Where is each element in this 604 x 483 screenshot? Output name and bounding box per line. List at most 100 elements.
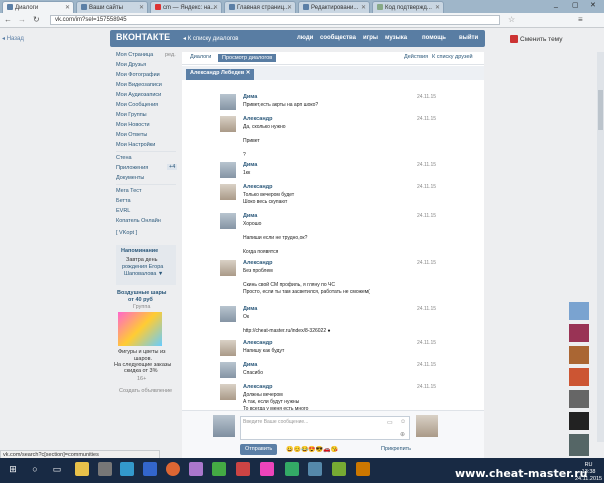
avatar[interactable] [416,415,438,437]
maximize-icon[interactable]: ▢ [572,1,579,11]
forward-arrow-icon[interactable]: → [18,15,26,24]
message-author[interactable]: Александр [243,116,273,122]
close-window-icon[interactable]: ✕ [590,1,596,11]
theme-icon[interactable] [510,35,518,43]
search-icon[interactable]: ○ [28,462,42,476]
attach-button[interactable]: Прикрепить [381,446,411,452]
sidebar-item-digger[interactable]: Копатель Онлайн [116,218,161,224]
friend-avatar[interactable] [569,390,589,408]
avatar[interactable] [220,306,236,322]
sidebar-item-videos[interactable]: Мои Видеозаписи [116,82,162,88]
app-icon[interactable] [308,462,322,476]
app-icon[interactable] [189,462,203,476]
friend-avatar[interactable] [569,302,589,320]
reload-icon[interactable]: ↻ [33,15,40,24]
nav-communities[interactable]: сообщества [320,35,356,41]
store-icon[interactable] [143,462,157,476]
message-author[interactable]: Дима [243,94,257,100]
sidebar-item-docs[interactable]: Документы [116,175,144,181]
reminder-person-last[interactable]: Шаповалова ▼ [124,271,163,277]
ad-price[interactable]: от 40 руб [128,297,153,303]
avatar[interactable] [220,184,236,200]
reminder-person[interactable]: рождения Егора [122,264,163,270]
url-input[interactable]: vk.com/im?sel=157558945 [50,15,500,25]
nav-logout[interactable]: выйти [459,35,478,41]
recipient-chip[interactable]: Александр Лебедев ✕ [186,69,255,80]
app-icon[interactable] [332,462,346,476]
emoji-bar[interactable]: 😀😊😂😍😎🚗😘 [286,446,338,453]
sidebar-item-friends[interactable]: Мои Друзья [116,62,146,68]
sidebar-item-photos[interactable]: Мои Фотографии [116,72,160,78]
sidebar-item-messages[interactable]: Мои Сообщения [116,102,158,108]
send-button[interactable]: Отправить [240,444,278,455]
browser-tab-edit[interactable]: Редактировани... ✕ [298,1,370,13]
avatar[interactable] [220,340,236,356]
firefox-icon[interactable] [166,462,180,476]
friend-avatar[interactable] [569,368,589,386]
friend-avatar[interactable] [569,434,589,456]
sidebar-item-answers[interactable]: Мои Ответы [116,132,147,138]
close-icon[interactable]: ✕ [435,4,440,11]
avatar[interactable] [220,162,236,178]
ad-image[interactable] [118,312,162,346]
browser-tab-dialogs[interactable]: Диалоги ✕ [2,1,74,13]
avatar[interactable] [220,384,236,400]
browser-tab-code[interactable]: Код подтвержд... ✕ [372,1,444,13]
back-to-dialogs-link[interactable]: ◂ К списку диалогов [183,35,239,42]
scrollbar-thumb[interactable] [598,90,603,130]
nav-help[interactable]: помощь [422,35,446,41]
message-author[interactable]: Дима [243,213,257,219]
calc-icon[interactable] [98,462,112,476]
message-author[interactable]: Дима [243,306,257,312]
message-author[interactable]: Александр [243,184,273,190]
message-author[interactable]: Дима [243,362,257,368]
sidebar-item-audio[interactable]: Мои Аудиозаписи [116,92,161,98]
sidebar-item-groups[interactable]: Мои Группы [116,112,147,118]
sidebar-item-my-page[interactable]: Моя Страница [116,52,153,58]
nav-people[interactable]: люди [297,35,313,41]
taskview-icon[interactable]: ▭ [50,462,64,476]
message-author[interactable]: Александр [243,384,273,390]
menu-icon[interactable]: ≡ [578,15,583,24]
message-author[interactable]: Александр [243,340,273,346]
browser-tab-yandex[interactable]: cm — Яндекс: на... ✕ [150,1,222,13]
tab-view-dialogs[interactable]: Просмотр диалогов [218,54,277,62]
sidebar-item-settings[interactable]: Мои Настройки [116,142,155,148]
avatar[interactable] [220,362,236,378]
attach-icon[interactable]: ⊕ [400,431,405,438]
vkopt-link[interactable]: [ VKopt ] [116,230,137,236]
close-icon[interactable]: ✕ [139,4,144,11]
explorer-icon[interactable] [75,462,89,476]
close-icon[interactable]: ✕ [213,4,218,11]
message-author[interactable]: Дима [243,162,257,168]
camera-icon[interactable]: ▭ [387,419,393,426]
close-icon[interactable]: ✕ [246,70,251,76]
avatar[interactable] [220,260,236,276]
edit-menu-link[interactable]: ред. [165,52,176,58]
vk-logo[interactable]: ВКОНТАКТЕ [116,32,170,42]
actions-menu[interactable]: Действия [404,54,428,60]
app-icon[interactable] [212,462,226,476]
back-link[interactable]: ◂ Назад [2,35,24,42]
browser-tab-main[interactable]: Главная страниц... ✕ [224,1,296,13]
nav-games[interactable]: игры [363,35,378,41]
create-ad-link[interactable]: Создать объявление [119,388,172,394]
sidebar-item-mega-test[interactable]: Мега Тест [116,188,142,194]
minimize-icon[interactable]: _ [554,1,558,11]
avatar[interactable] [213,415,235,437]
tab-dialogs[interactable]: Диалоги [190,54,211,60]
sidebar-item-apps[interactable]: Приложения [116,165,148,171]
app-icon[interactable] [356,462,370,476]
friend-avatar[interactable] [569,412,589,430]
nav-music[interactable]: музыка [385,35,407,41]
browser-tab-sites[interactable]: Ваши сайты ✕ [76,1,148,13]
avatar[interactable] [220,116,236,132]
sidebar-item-evrl[interactable]: EVRL [116,208,130,214]
app-icon[interactable] [285,462,299,476]
close-icon[interactable]: ✕ [65,4,70,11]
friend-avatar[interactable] [569,324,589,342]
avatar[interactable] [220,213,236,229]
close-icon[interactable]: ✕ [287,4,292,11]
message-author[interactable]: Александр [243,260,273,266]
to-friends-link[interactable]: К списку друзей [432,54,473,60]
